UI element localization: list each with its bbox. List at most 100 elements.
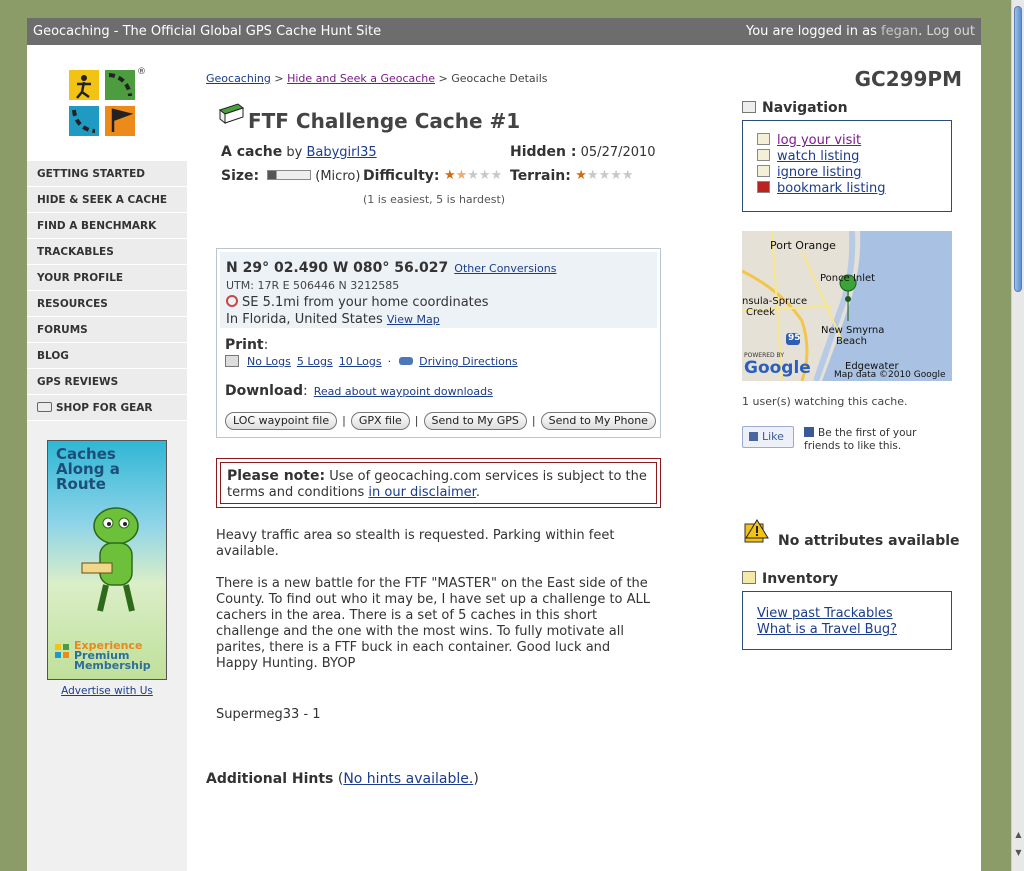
- vertical-scrollbar[interactable]: ▲ ▼: [1011, 0, 1024, 871]
- log-visit-icon: [757, 133, 770, 145]
- loc-waypoint-button[interactable]: LOC waypoint file: [225, 412, 338, 430]
- additional-hints: Additional Hints (No hints available.): [206, 771, 479, 787]
- geocaching-logo[interactable]: ®: [69, 67, 146, 136]
- cache-type: A cache: [221, 144, 283, 160]
- ignore-listing-item: ignore listing: [757, 165, 951, 181]
- waypoint-downloads-link[interactable]: Read about waypoint downloads: [314, 385, 493, 398]
- print-no-logs[interactable]: No Logs: [247, 355, 291, 368]
- map-attribution: Map data ©2010 Google: [834, 370, 946, 380]
- watching-count: 1 user(s) watching this cache.: [742, 395, 908, 408]
- breadcrumb-root[interactable]: Geocaching: [206, 72, 271, 85]
- print-label: Print: [225, 337, 264, 353]
- scroll-up-arrow-icon[interactable]: ▲: [1013, 827, 1024, 842]
- location-map[interactable]: Port Orange Ponce Inlet nsula-Spruce Cre…: [742, 231, 952, 381]
- cache-code: GC299PM: [854, 67, 962, 91]
- hidden-date-line: Hidden : 05/27/2010: [510, 144, 656, 160]
- disclaimer-note: Please note: Use of geocaching.com servi…: [216, 458, 661, 508]
- send-to-phone-button[interactable]: Send to My Phone: [540, 412, 656, 430]
- advertise-link[interactable]: Advertise with Us: [27, 685, 187, 697]
- scroll-down-arrow-icon[interactable]: ▼: [1013, 845, 1024, 860]
- gpx-file-button[interactable]: GPX file: [350, 412, 410, 430]
- difficulty-label: Difficulty:: [363, 168, 440, 184]
- rating-scale-note: (1 is easiest, 5 is hardest): [363, 193, 506, 206]
- facebook-like-button[interactable]: Like: [742, 426, 794, 448]
- bookmark-icon: [757, 181, 770, 193]
- button-sep: |: [531, 414, 536, 427]
- frog-mascot-icon: [81, 507, 139, 612]
- print-10-logs[interactable]: 10 Logs: [339, 355, 382, 368]
- print-title: Print:: [225, 337, 268, 353]
- breadcrumb-sep: >: [438, 72, 448, 85]
- past-trackables-link[interactable]: View past Trackables: [757, 606, 893, 621]
- coordinates-panel: N 29° 02.490 W 080° 56.027 Other Conversi…: [220, 252, 657, 328]
- map-label-beach: Beach: [836, 336, 867, 347]
- distance-text: SE 5.1mi from your home coordinates: [242, 295, 489, 310]
- ignore-listing-link[interactable]: ignore listing: [777, 165, 861, 180]
- map-label-ponce-inlet: Ponce Inlet: [820, 273, 876, 284]
- facebook-icon: [804, 427, 814, 437]
- terrain-label: Terrain:: [510, 168, 571, 184]
- nav-trackables[interactable]: TRACKABLES: [27, 239, 187, 265]
- driving-directions-link[interactable]: Driving Directions: [419, 355, 518, 368]
- binoculars-icon: [757, 149, 770, 161]
- watch-listing-item: watch listing: [757, 149, 951, 165]
- bookmark-listing-link[interactable]: bookmark listing: [777, 181, 886, 196]
- left-sidebar: ® GETTING STARTED HIDE & SEEK A CACHE FI…: [27, 45, 187, 871]
- other-conversions-link[interactable]: Other Conversions: [454, 262, 556, 275]
- size-meter-icon: [267, 170, 312, 180]
- scrollbar-thumb[interactable]: [1014, 6, 1022, 292]
- terrain-rating: Terrain: ★★★★★: [510, 168, 634, 184]
- thumbs-up-icon: [749, 432, 758, 441]
- send-to-gps-button[interactable]: Send to My GPS: [423, 412, 527, 430]
- breadcrumb-current: Geocache Details: [451, 72, 548, 85]
- username-link[interactable]: fegan: [881, 24, 918, 39]
- nav-getting-started[interactable]: GETTING STARTED: [27, 161, 187, 187]
- button-sep: |: [342, 414, 346, 427]
- map-label-i95: 95: [788, 333, 801, 343]
- map-label-port-orange: Port Orange: [770, 239, 836, 252]
- nav-hide-seek-cache[interactable]: HIDE & SEEK A CACHE: [27, 187, 187, 213]
- travel-bug-link[interactable]: What is a Travel Bug?: [757, 622, 897, 637]
- download-colon: :: [303, 383, 308, 399]
- nav-blog[interactable]: BLOG: [27, 343, 187, 369]
- like-text-content: Be the first of your friends to like thi…: [804, 427, 917, 452]
- navigation-title-text: Navigation: [762, 100, 848, 116]
- nav-forums[interactable]: FORUMS: [27, 317, 187, 343]
- distance-from-home: SE 5.1mi from your home coordinates: [226, 295, 489, 310]
- bookmark-listing-item: bookmark listing: [757, 181, 951, 197]
- ignore-icon: [757, 165, 770, 177]
- map-label-creek: Creek: [746, 307, 775, 318]
- long-description: There is a new battle for the FTF "MASTE…: [216, 576, 651, 671]
- logout-link[interactable]: Log out: [926, 24, 975, 39]
- log-visit-link[interactable]: log your visit: [777, 133, 861, 148]
- nav-resources[interactable]: RESOURCES: [27, 291, 187, 317]
- house-icon: [742, 101, 756, 113]
- disclaimer-inner: Please note: Use of geocaching.com servi…: [220, 462, 657, 504]
- compass-icon: [226, 295, 238, 307]
- nav-your-profile[interactable]: YOUR PROFILE: [27, 265, 187, 291]
- map-label-spruce: nsula-Spruce: [742, 296, 808, 307]
- breadcrumb-section[interactable]: Hide and Seek a Geocache: [287, 72, 435, 85]
- watch-listing-link[interactable]: watch listing: [777, 149, 859, 164]
- log-visit-item: log your visit: [757, 133, 951, 149]
- disclaimer-link[interactable]: in our disclaimer: [368, 485, 475, 500]
- view-map-link[interactable]: View Map: [387, 313, 440, 326]
- print-5-logs[interactable]: 5 Logs: [297, 355, 333, 368]
- hints-title: Additional Hints: [206, 771, 334, 787]
- nav-gps-reviews[interactable]: GPS REVIEWS: [27, 369, 187, 395]
- logo-area: ®: [27, 45, 187, 161]
- owner-link[interactable]: Babygirl35: [306, 145, 376, 160]
- note-label: Please note:: [227, 468, 326, 484]
- hints-link[interactable]: No hints available.: [343, 771, 473, 787]
- coordinates-value: N 29° 02.490 W 080° 56.027: [226, 260, 449, 276]
- print-links: No Logs 5 Logs 10 Logs · Driving Directions: [225, 355, 524, 368]
- premium-ad-banner[interactable]: Caches Along a Route Experience Premium M…: [47, 440, 167, 680]
- short-description: Heavy traffic area so stealth is request…: [216, 528, 615, 559]
- nav-find-benchmark[interactable]: FIND A BENCHMARK: [27, 213, 187, 239]
- location-text: In Florida, United States: [226, 312, 383, 327]
- gps-buttons: LOC waypoint file | GPX file | Send to My GP…: [225, 412, 656, 430]
- nav-shop-for-gear[interactable]: SHOP FOR GEAR: [27, 395, 187, 421]
- site-title: Geocaching - The Official Global GPS Cac…: [33, 24, 382, 39]
- ad-title: Caches Along a Route: [56, 445, 120, 493]
- print-colon: :: [263, 337, 269, 353]
